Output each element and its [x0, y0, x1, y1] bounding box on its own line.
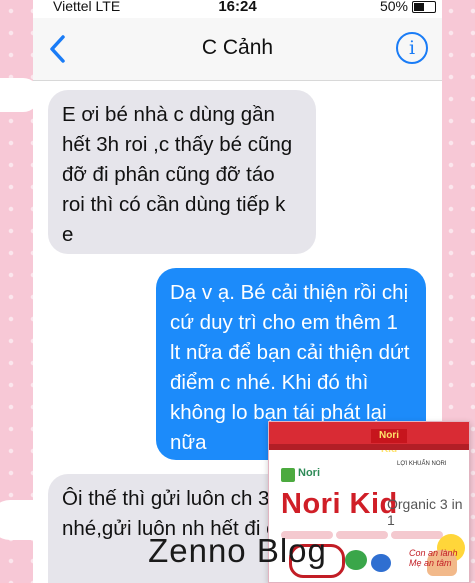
info-icon: i	[408, 37, 416, 59]
battery-percent: 50%	[379, 0, 408, 14]
product-brand: Nori	[298, 467, 320, 479]
product-top-band	[269, 422, 469, 444]
product-logo: Nori	[281, 466, 321, 484]
message-bubble-incoming: E ơi bé nhà c dùng gần hết 3h roi ,c thấ…	[48, 90, 316, 254]
info-button[interactable]: i	[396, 32, 428, 64]
product-variant: Organic 3 in 1	[387, 496, 463, 528]
conversation-header: C Cảnh i	[33, 18, 442, 81]
product-band-shadow	[269, 444, 469, 450]
leaf-icon	[281, 468, 295, 482]
product-name: Nori Kid	[281, 488, 398, 520]
battery-icon	[412, 1, 436, 13]
status-bar: Viettel LTE 16:24 50%	[33, 0, 442, 16]
watermark: Zenno Blog	[148, 532, 327, 569]
product-band-tag: Nori Kid	[371, 429, 407, 455]
contact-name[interactable]: C Cảnh	[33, 36, 442, 60]
product-note: LỢI KHUẨN NORI	[397, 461, 447, 467]
